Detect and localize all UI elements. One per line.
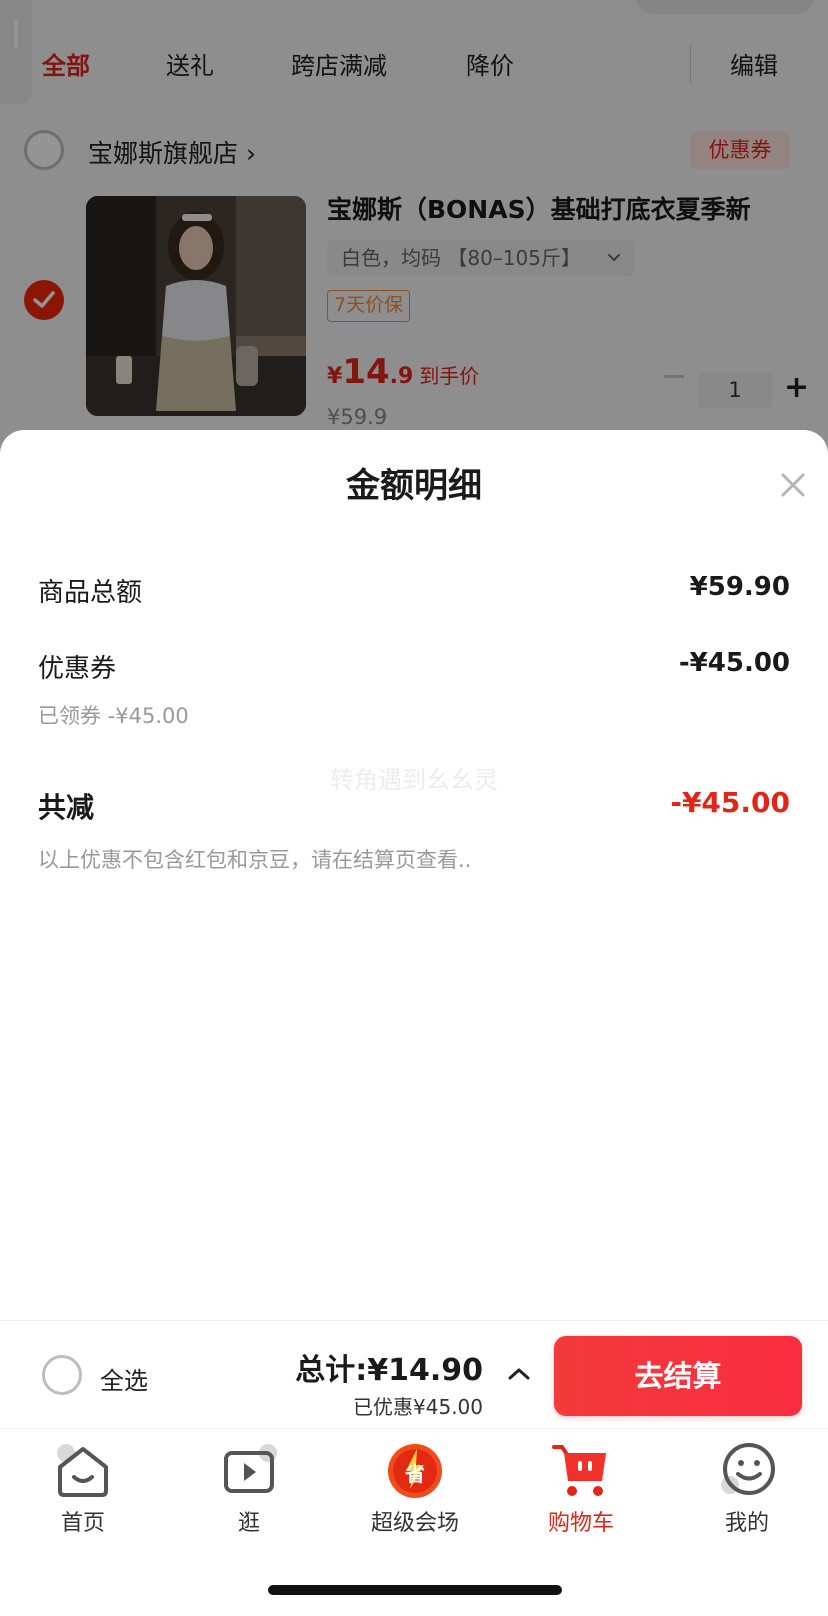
modal-overlay[interactable]	[0, 0, 828, 460]
goods-total-label: 商品总额	[38, 578, 143, 608]
tabbar-label-browse: 逛	[237, 1511, 260, 1536]
tabbar-item-super-venue[interactable]: 省 超级会场	[332, 1439, 498, 1539]
tabbar-label-mine: 我的	[724, 1511, 769, 1536]
discount-note: 以上优惠不包含红包和京豆，请在结算页查看..	[38, 848, 472, 872]
tabbar-item-cart[interactable]: 购物车	[498, 1439, 664, 1539]
coupon-sub-text: 已领券 -¥45.00	[38, 704, 189, 728]
select-all-label[interactable]: 全选	[100, 1361, 148, 1396]
tabbar-item-browse[interactable]: 逛	[166, 1439, 332, 1539]
chevron-up-icon	[508, 1368, 530, 1380]
close-button[interactable]	[778, 470, 808, 500]
checkout-button[interactable]: 去结算	[554, 1336, 802, 1416]
coupon-value: -¥45.00	[678, 648, 790, 678]
total-reduce-value: -¥45.00	[670, 786, 790, 819]
tabbar-label-super-venue: 超级会场	[370, 1511, 459, 1536]
tabbar-label-home: 首页	[60, 1511, 105, 1536]
amount-detail-sheet: 金额明细 商品总额 ¥59.90 优惠券 -¥45.00 已领券 -¥45.00…	[0, 430, 828, 1320]
sheet-title: 金额明细	[346, 466, 482, 506]
tabbar-label-cart: 购物车	[547, 1511, 614, 1536]
home-indicator	[268, 1585, 562, 1595]
bottom-tab-bar: 首页 逛 省 超级会场 购物车 我的	[0, 1428, 828, 1616]
tabbar-item-home[interactable]: 首页	[0, 1439, 166, 1539]
checkout-bar: 全选 总计:¥14.90 已优惠¥45.00 去结算	[0, 1320, 828, 1428]
saved-amount: 已优惠¥45.00	[353, 1395, 483, 1419]
goods-total-value: ¥59.90	[689, 572, 790, 602]
select-all-radio[interactable]	[42, 1355, 82, 1395]
total-amount: 总计:¥14.90	[295, 1353, 483, 1388]
coupon-label: 优惠券	[38, 654, 117, 684]
tabbar-item-mine[interactable]: 我的	[664, 1439, 828, 1539]
home-icon	[57, 1444, 108, 1497]
total-reduce-label: 共减	[38, 791, 95, 824]
video-play-icon	[224, 1444, 277, 1493]
close-icon	[781, 473, 805, 497]
smiley-profile-icon	[721, 1443, 775, 1495]
super-venue-icon: 省	[388, 1444, 442, 1498]
shopping-cart-icon	[552, 1445, 606, 1496]
collapse-detail-button[interactable]	[506, 1361, 532, 1387]
svg-text:省: 省	[404, 1462, 425, 1486]
